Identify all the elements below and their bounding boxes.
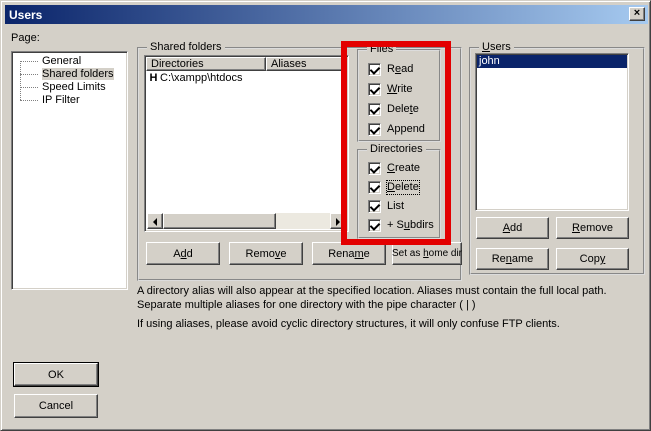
remove-directory-button[interactable]: Remove <box>229 242 303 265</box>
horizontal-scrollbar[interactable] <box>147 213 346 229</box>
files-group: Files Read Write Delete Append <box>357 49 441 142</box>
directory-path: C:\xampp\htdocs <box>160 72 243 85</box>
directories-listview[interactable]: Directories Aliases H C:\xampp\htdocs <box>144 55 349 232</box>
tree-item-speed-limits[interactable]: Speed Limits <box>20 81 127 94</box>
page-tree[interactable]: General Shared folders Speed Limits IP F… <box>11 51 128 290</box>
checkbox-icon[interactable] <box>368 219 381 232</box>
tree-item-general[interactable]: General <box>20 55 127 68</box>
checkbox-icon[interactable] <box>368 181 381 194</box>
directories-group-label: Directories <box>367 143 426 155</box>
checkbox-icon[interactable] <box>368 162 381 175</box>
ok-button[interactable]: OK <box>14 363 98 386</box>
scroll-right-button[interactable] <box>330 213 346 229</box>
add-directory-button[interactable]: Add <box>146 242 220 265</box>
checkbox-icon[interactable] <box>368 83 381 96</box>
home-flag: H <box>147 72 160 85</box>
checkbox-icon[interactable] <box>368 63 381 76</box>
checkbox-label: Write <box>387 83 412 96</box>
checkbox-label: Create <box>387 162 420 175</box>
checkbox-label: Append <box>387 123 425 136</box>
checkbox-append[interactable]: Append <box>368 123 425 136</box>
list-item-user[interactable]: john <box>477 55 627 68</box>
checkbox-read[interactable]: Read <box>368 63 413 76</box>
checkbox-list[interactable]: List <box>368 200 404 213</box>
right-arrow-icon <box>336 218 340 226</box>
checkbox-label: Delete <box>387 181 419 194</box>
users-listbox[interactable]: john <box>475 53 629 211</box>
tree-item-ip-filter[interactable]: IP Filter <box>20 94 127 107</box>
checkbox-create[interactable]: Create <box>368 162 420 175</box>
checkbox-label: List <box>387 200 404 213</box>
alias-help-paragraph-2: If using aliases, please avoid cyclic di… <box>137 317 651 331</box>
scroll-left-button[interactable] <box>147 213 163 229</box>
checkbox-icon[interactable] <box>368 123 381 136</box>
checkbox-delete-dir[interactable]: Delete <box>368 181 419 194</box>
checkbox-write[interactable]: Write <box>368 83 412 96</box>
rename-directory-button[interactable]: Rename <box>312 242 386 265</box>
checkbox-icon[interactable] <box>368 103 381 116</box>
scrollbar-track[interactable] <box>276 213 330 229</box>
users-group-label: Users <box>479 41 514 53</box>
close-icon[interactable]: × <box>629 7 645 21</box>
tree-item-shared-folders[interactable]: Shared folders <box>20 68 127 81</box>
checkbox-label: Delete <box>387 103 419 116</box>
shared-folders-group-label: Shared folders <box>147 41 225 53</box>
files-group-label: Files <box>367 43 396 55</box>
table-row[interactable]: H C:\xampp\htdocs <box>147 72 346 85</box>
column-header-directories[interactable]: Directories <box>146 57 266 71</box>
listview-header: Directories Aliases <box>146 57 347 71</box>
checkbox-label: + Subdirs <box>387 219 434 232</box>
remove-user-button[interactable]: Remove <box>556 217 629 239</box>
column-header-aliases[interactable]: Aliases <box>266 57 347 71</box>
title-bar: Users × <box>5 5 648 24</box>
set-as-home-dir-button[interactable]: Set as home dir <box>392 242 462 265</box>
rename-user-button[interactable]: Rename <box>476 248 549 270</box>
directories-group: Directories Create Delete List + Subdirs <box>357 149 441 239</box>
scrollbar-thumb[interactable] <box>163 213 276 229</box>
copy-user-button[interactable]: Copy <box>556 248 629 270</box>
alias-help-text: A directory alias will also appear at th… <box>137 284 651 336</box>
users-dialog: Users × Page: General Shared folders Spe… <box>0 0 651 431</box>
checkbox-icon[interactable] <box>368 200 381 213</box>
left-arrow-icon <box>153 218 157 226</box>
window-title: Users <box>5 8 42 22</box>
alias-help-paragraph-1: A directory alias will also appear at th… <box>137 284 651 312</box>
add-user-button[interactable]: Add <box>476 217 549 239</box>
cancel-button[interactable]: Cancel <box>14 394 98 418</box>
page-label: Page: <box>11 32 40 44</box>
checkbox-label: Read <box>387 63 413 76</box>
checkbox-delete-file[interactable]: Delete <box>368 103 419 116</box>
checkbox-subdirs[interactable]: + Subdirs <box>368 219 434 232</box>
